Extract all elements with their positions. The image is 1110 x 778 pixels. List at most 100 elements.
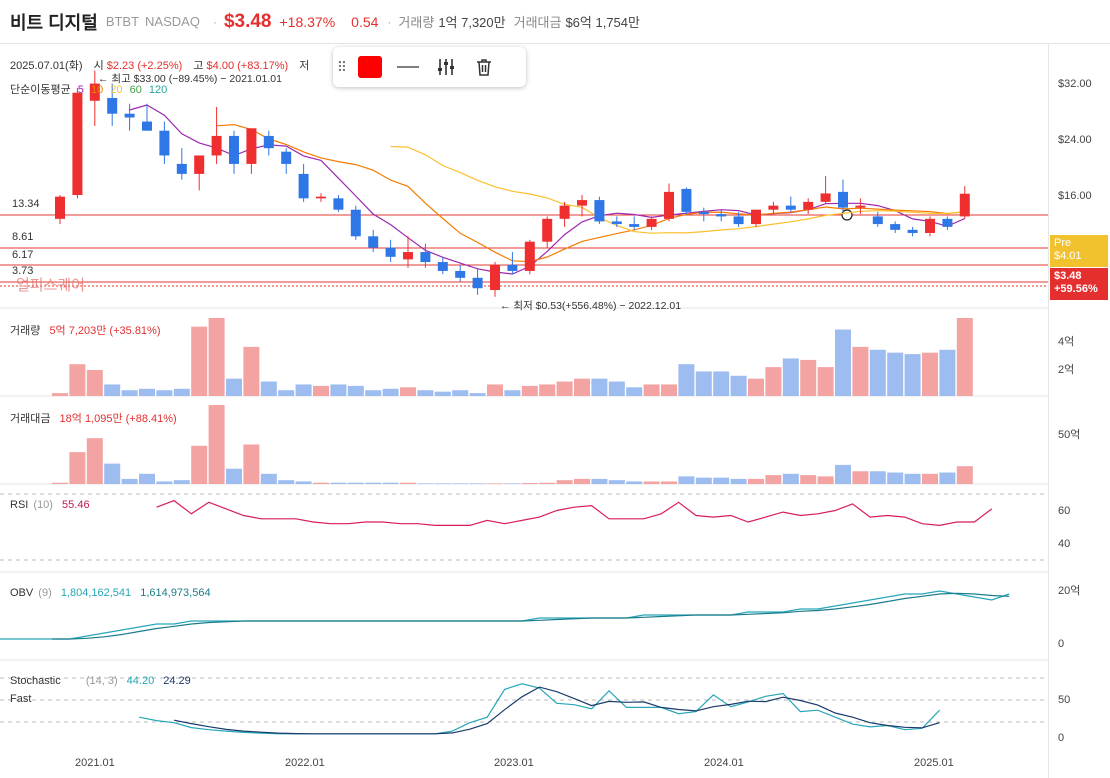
turnover-bar — [765, 475, 782, 484]
turnover-bar — [730, 478, 747, 484]
premarket-value: $4.01 — [1054, 250, 1082, 262]
volume-bar — [782, 358, 799, 396]
price-axis[interactable] — [1048, 44, 1110, 778]
stoch-panel-title: Stochastic (14, 3) 44.20 24.29 — [10, 675, 191, 687]
volume-bar — [330, 384, 347, 396]
rsi-line — [156, 499, 993, 527]
volume-bar — [521, 385, 538, 396]
turnover-bar — [434, 483, 451, 484]
obv-tick: 0 — [1058, 638, 1065, 650]
turnover-bar — [800, 475, 817, 484]
turnover-bar — [817, 476, 834, 484]
delete-button[interactable] — [465, 47, 503, 87]
candle-body — [194, 155, 205, 174]
candle-body — [907, 229, 918, 233]
turnover-panel-value: 18억 1,095만 (+88.41%) — [59, 413, 177, 425]
volume-bar — [452, 390, 469, 396]
volume-bar — [295, 384, 312, 396]
volume-bar — [765, 367, 782, 396]
volume-bar — [869, 349, 886, 396]
color-picker-button[interactable] — [351, 47, 389, 87]
obv-value-2: 1,614,973,564 — [140, 587, 211, 599]
turnover-bar — [539, 482, 556, 484]
turnover-bar — [417, 483, 434, 484]
turnover-bar — [243, 444, 260, 484]
volume-bar — [504, 390, 521, 396]
candle-body — [455, 270, 466, 278]
volume-bar — [661, 384, 677, 396]
candle-body — [559, 205, 570, 219]
low-marker-text: 최저 $0.53(+556.48%) − 2022.12.01 — [513, 300, 682, 312]
volume-bar — [608, 381, 625, 396]
stoch-subtitle: Fast — [10, 693, 32, 705]
candle-body — [838, 191, 848, 208]
watermark: 얼피스퀘어 — [16, 277, 86, 294]
level-label-1: 13.34 — [12, 198, 40, 210]
volume-bar — [208, 318, 225, 396]
stock-chart[interactable] — [0, 0, 1110, 778]
turnover-bar — [156, 481, 173, 484]
candle-body — [629, 224, 640, 227]
price-tick: $16.00 — [1058, 190, 1092, 202]
turnover-bar — [382, 482, 399, 484]
volume-bar — [956, 318, 973, 396]
turnover-panel-label: 거래대금 — [10, 413, 51, 425]
candle-body — [959, 193, 970, 217]
volume-bar — [904, 354, 921, 396]
rsi-label: RSI — [10, 499, 29, 511]
high-marker: ← 최고 $33.00 (−89.45%) − 2021.01.01 — [98, 71, 282, 86]
turnover-bar — [260, 473, 277, 484]
candle-body — [890, 224, 901, 230]
last-price-change: +59.56% — [1054, 283, 1098, 295]
candle-body — [246, 128, 257, 164]
turnover-bar — [208, 405, 225, 484]
rsi-value: 55.46 — [62, 499, 90, 511]
candle-body — [142, 121, 152, 131]
turnover-bar — [695, 477, 712, 484]
turnover-bar — [400, 482, 416, 484]
time-tick: 2024.01 — [704, 757, 744, 769]
turnover-bar — [452, 483, 469, 484]
candle-body — [820, 193, 831, 202]
volume-bar — [139, 388, 155, 396]
arrow-left-icon: ← — [500, 300, 511, 312]
turnover-bar — [347, 482, 364, 484]
line-style-button[interactable] — [389, 47, 427, 87]
rsi-param: (10) — [33, 499, 53, 511]
candle-body — [472, 277, 483, 289]
candle-body — [159, 130, 170, 156]
turnover-bar — [835, 464, 851, 484]
candle-body — [785, 205, 796, 210]
stoch-param: (14, 3) — [85, 675, 118, 687]
candle-body — [333, 198, 344, 210]
last-price-value: $3.48 — [1054, 270, 1082, 282]
volume-bar — [226, 378, 242, 396]
candle-body — [490, 264, 500, 291]
candle-body — [420, 252, 431, 263]
candle-body — [281, 151, 292, 164]
volume-bar — [835, 329, 851, 396]
candle-body — [298, 173, 309, 199]
obv-label: OBV — [10, 587, 34, 599]
turnover-bar — [782, 473, 799, 484]
volume-bar — [678, 364, 695, 396]
level-label-3: 6.17 — [12, 249, 34, 261]
rsi-tick: 60 — [1058, 505, 1071, 517]
drag-handle-icon[interactable]: ⠿ — [333, 47, 351, 87]
candle-body — [72, 92, 83, 196]
volume-bar — [104, 384, 121, 396]
candle-body — [507, 264, 518, 271]
volume-bar — [695, 371, 712, 396]
high-marker-text: 최고 $33.00 (−89.45%) − 2021.01.01 — [111, 73, 282, 85]
settings-sliders-icon — [438, 59, 454, 75]
turnover-bar — [104, 463, 121, 484]
volume-bar — [730, 375, 747, 396]
price-tick: $32.00 — [1058, 78, 1092, 90]
turnover-bar — [922, 473, 938, 484]
turnover-bar — [904, 473, 921, 484]
candle-body — [124, 113, 135, 118]
settings-button[interactable] — [427, 47, 465, 87]
ma-legend-title: 단순이동평균 — [10, 84, 71, 96]
turnover-bar — [661, 481, 677, 484]
stoch-k-line — [139, 683, 941, 735]
